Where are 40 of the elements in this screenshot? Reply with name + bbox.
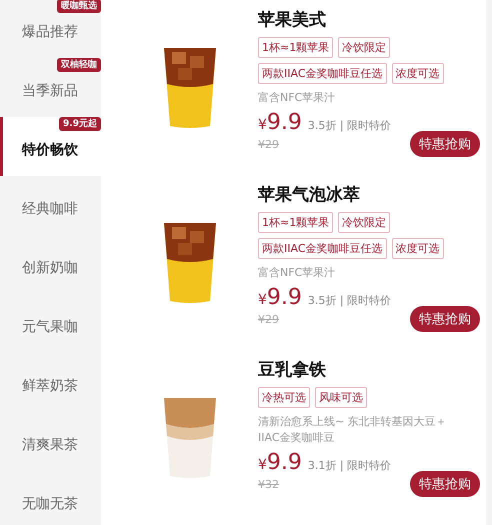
product-tag: 风味可选 [315,387,367,408]
product-tag: 1杯≈1颗苹果 [258,212,334,233]
category-tab[interactable]: 创新奶咖 [0,235,101,294]
product-tag: 浓度可选 [392,63,444,84]
discount-text: 3.1折 | 限时特价 [308,458,392,473]
product-tag: 两款IIAC金奖咖啡豆任选 [258,63,387,84]
category-badge: 双柚轻咖 [57,58,101,72]
product-tag: 冷饮限定 [338,212,390,233]
buy-button[interactable]: 特惠抢购 [410,471,480,497]
category-tab[interactable]: 经典咖啡 [0,176,101,235]
product-description: 富含NFC苹果汁 [258,265,336,281]
product-name: 豆乳拿铁 [258,359,327,381]
product-tag: 1杯≈1颗苹果 [258,37,334,58]
category-tab[interactable]: 清爽果茶 [0,412,101,471]
category-badge: 暖咖甄选 [57,0,101,13]
price: ¥9.9 [258,285,302,310]
price: ¥9.9 [258,450,302,475]
product-tag: 浓度可选 [392,238,444,259]
product-name: 苹果美式 [258,9,327,31]
original-price: ¥32 [258,478,279,490]
original-price: ¥29 [258,312,279,326]
category-badge: 9.9元起 [59,117,101,131]
category-tab[interactable]: 9.9元起 特价畅饮 [0,117,101,176]
discount-text: 3.5折 | 限时特价 [308,293,392,308]
discount-text: 3.5折 | 限时特价 [308,118,392,133]
product-description: 清新治愈系上线~ 东北非转基因大豆＋IIAC金奖咖啡豆 [258,414,448,446]
product-tag: 冷热可选 [258,387,310,408]
buy-button[interactable]: 特惠抢购 [410,306,480,332]
product-description: 富含NFC苹果汁 [258,90,336,106]
product-name: 苹果气泡冰萃 [258,184,361,206]
category-tab[interactable]: 暖咖甄选 爆品推荐 [0,0,101,58]
price: ¥9.9 [258,110,302,135]
product-tag: 两款IIAC金奖咖啡豆任选 [258,238,387,259]
category-tab[interactable]: 元气果咖 [0,294,101,353]
buy-button[interactable]: 特惠抢购 [410,131,480,157]
original-price: ¥29 [258,138,279,150]
category-tab[interactable]: 无咖无茶 [0,471,101,525]
category-tab[interactable]: 双柚轻咖 当季新品 [0,58,101,117]
category-tab[interactable]: 鲜萃奶茶 [0,353,101,412]
product-tag: 冷饮限定 [338,37,390,58]
